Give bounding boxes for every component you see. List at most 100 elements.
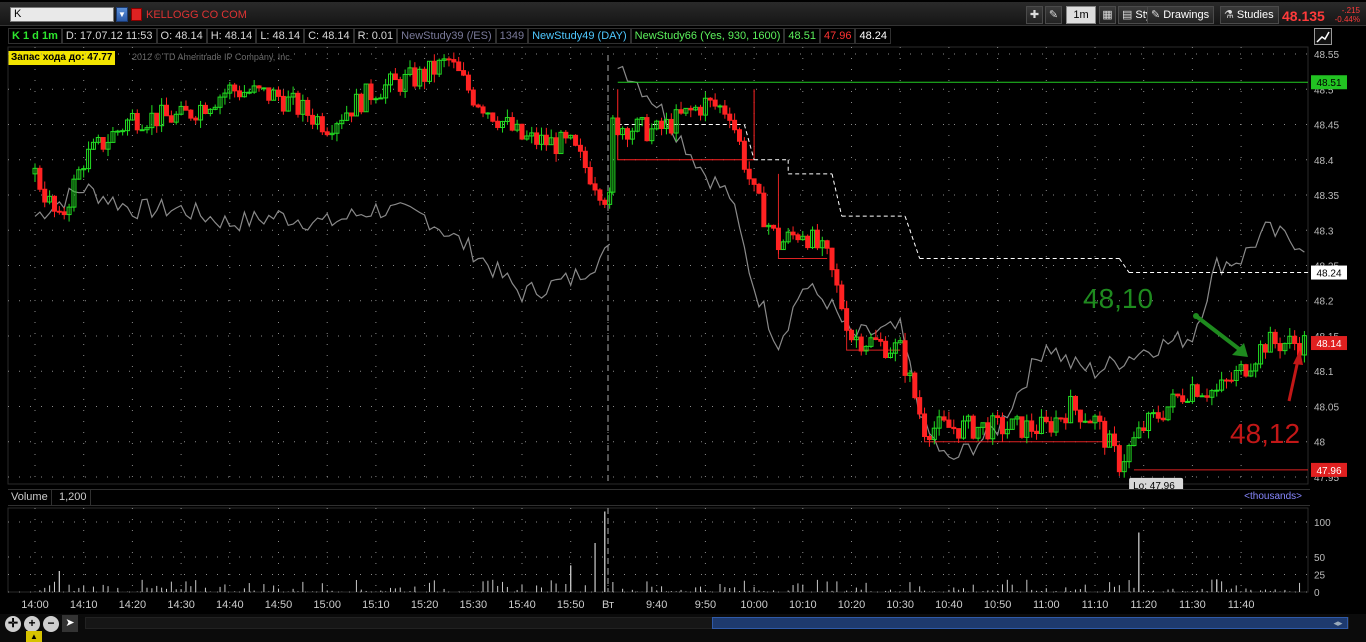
pointer-button[interactable]: ➤ bbox=[62, 615, 78, 632]
move-icon: ✛ bbox=[7, 616, 19, 630]
x-tick-label: 14:30 bbox=[167, 599, 195, 611]
candle-body bbox=[597, 189, 603, 201]
candle-body bbox=[61, 211, 67, 216]
volume-y-tick: 100 bbox=[1314, 518, 1331, 529]
candle-body bbox=[1034, 430, 1040, 435]
x-tick-label: 14:40 bbox=[216, 599, 244, 611]
scrollbar-thumb[interactable] bbox=[712, 617, 1348, 629]
candle-body bbox=[470, 89, 476, 106]
x-tick-label: 15:30 bbox=[460, 599, 488, 611]
candle-body bbox=[42, 188, 48, 203]
axis-price-badge-text: 48.24 bbox=[1316, 269, 1341, 280]
zoom-out-button[interactable]: − bbox=[43, 616, 59, 632]
candle-body bbox=[188, 109, 194, 119]
scroll-right-icon[interactable]: ◂▸ bbox=[1332, 617, 1344, 629]
candle-body bbox=[1155, 412, 1161, 419]
annotation-green-price: 48,10 bbox=[1083, 283, 1154, 314]
candle-body bbox=[732, 119, 738, 131]
candle-body bbox=[37, 167, 43, 190]
candle-body bbox=[995, 415, 1001, 419]
candle-body bbox=[534, 132, 540, 145]
green-arrow-tail bbox=[1193, 313, 1199, 319]
candle-body bbox=[475, 104, 481, 108]
candle-body bbox=[592, 183, 598, 191]
candle-body bbox=[917, 397, 923, 415]
candle-body bbox=[999, 417, 1005, 435]
y-tick-label: 48 bbox=[1314, 438, 1326, 449]
candle-body bbox=[1180, 395, 1186, 403]
candle-body bbox=[941, 416, 947, 421]
candle-body bbox=[378, 97, 384, 100]
candle-body bbox=[829, 247, 835, 271]
candle-body bbox=[746, 168, 752, 180]
candle-body bbox=[1097, 415, 1103, 422]
candle-body bbox=[839, 284, 845, 310]
candle-body bbox=[266, 87, 272, 101]
x-tick-label: 15:40 bbox=[508, 599, 536, 611]
pan-button[interactable]: ✛ bbox=[5, 616, 21, 632]
candle-body bbox=[1082, 420, 1088, 423]
candle-body bbox=[761, 192, 767, 228]
y-tick-label: 48.4 bbox=[1314, 156, 1334, 167]
expand-panel-icon[interactable]: ▲ bbox=[26, 631, 42, 642]
x-tick-label: 15:00 bbox=[313, 599, 341, 611]
x-tick-label: 10:40 bbox=[935, 599, 963, 611]
candle-body bbox=[246, 91, 252, 94]
candle-body bbox=[1194, 384, 1200, 397]
zoom-in-icon: + bbox=[28, 616, 36, 630]
x-tick-label: 9:40 bbox=[646, 599, 667, 611]
x-tick-label: 10:00 bbox=[740, 599, 768, 611]
bottom-controls: ✛ + − ➤ ◂▸ ▲ bbox=[0, 614, 1366, 642]
candle-body bbox=[1262, 344, 1268, 353]
candle-body bbox=[756, 183, 762, 194]
candle-body bbox=[1073, 395, 1079, 411]
zoom-in-button[interactable]: + bbox=[24, 616, 40, 632]
volume-title: Volume bbox=[8, 490, 52, 505]
candle-body bbox=[509, 117, 515, 131]
candle-body bbox=[120, 130, 126, 133]
candle-body bbox=[134, 113, 140, 131]
candle-body bbox=[902, 340, 908, 376]
candle-body bbox=[485, 112, 491, 115]
candle-body bbox=[1058, 417, 1064, 420]
candle-body bbox=[480, 106, 486, 114]
axis-price-badge-text: 48.14 bbox=[1316, 339, 1341, 350]
x-tick-label: 10:30 bbox=[886, 599, 914, 611]
candle-body bbox=[461, 70, 467, 76]
x-tick-label: 14:10 bbox=[70, 599, 98, 611]
x-tick-label: 10:20 bbox=[838, 599, 866, 611]
candle-body bbox=[946, 419, 952, 428]
candle-body bbox=[553, 137, 559, 155]
candle-body bbox=[1102, 420, 1108, 448]
x-tick-label: 14:00 bbox=[21, 599, 49, 611]
candle-body bbox=[602, 199, 608, 205]
volume-units: <thousands> bbox=[1244, 491, 1302, 502]
candle-body bbox=[1111, 433, 1117, 447]
x-tick-label: 15:20 bbox=[411, 599, 439, 611]
candle-body bbox=[582, 150, 588, 169]
candle-body bbox=[490, 112, 496, 122]
candle-body bbox=[1185, 400, 1191, 403]
candle-body bbox=[56, 210, 62, 213]
axis-price-badge-text: 48.51 bbox=[1316, 78, 1341, 89]
candle-body bbox=[644, 117, 650, 142]
candle-body bbox=[1175, 393, 1181, 397]
candle-body bbox=[1029, 420, 1035, 432]
candle-body bbox=[707, 97, 713, 101]
candle-body bbox=[412, 67, 418, 87]
candle-body bbox=[926, 436, 932, 440]
candle-body bbox=[431, 60, 437, 75]
candle-body bbox=[573, 134, 579, 146]
candle-body bbox=[1243, 364, 1249, 377]
x-tick-label: 10:50 bbox=[984, 599, 1012, 611]
candle-body bbox=[587, 167, 593, 185]
candle-body bbox=[324, 131, 330, 136]
candle-body bbox=[202, 104, 208, 115]
candle-body bbox=[373, 98, 379, 101]
candle-body bbox=[232, 84, 238, 92]
candle-body bbox=[577, 144, 583, 152]
candle-body bbox=[751, 178, 757, 185]
price-chart[interactable]: 48.5548.548.4548.448.3548.348.2548.248.1… bbox=[0, 0, 1366, 642]
candle-body bbox=[790, 231, 796, 236]
candle-body bbox=[563, 131, 569, 139]
